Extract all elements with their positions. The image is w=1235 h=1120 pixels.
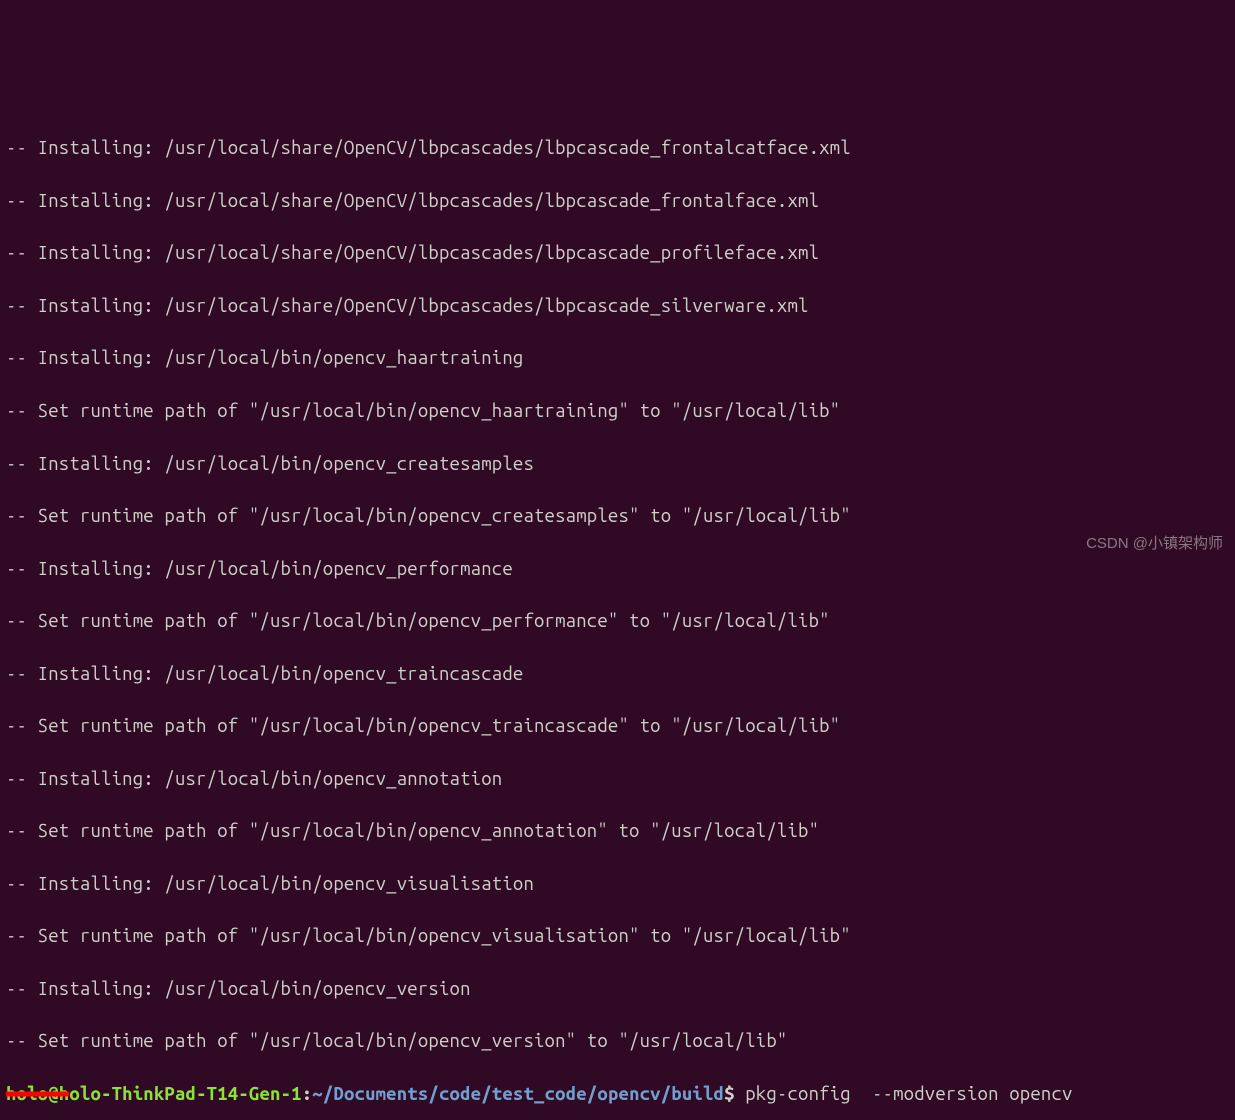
output-line: -- Installing: /usr/local/share/OpenCV/l… bbox=[6, 293, 1229, 319]
entered-command: pkg-config --modversion opencv bbox=[735, 1084, 1073, 1104]
output-line: -- Set runtime path of "/usr/local/bin/o… bbox=[6, 923, 1229, 949]
output-line: -- Installing: /usr/local/bin/opencv_vis… bbox=[6, 871, 1229, 897]
output-line: -- Installing: /usr/local/share/OpenCV/l… bbox=[6, 240, 1229, 266]
output-line: -- Set runtime path of "/usr/local/bin/o… bbox=[6, 608, 1229, 634]
output-line: -- Set runtime path of "/usr/local/bin/o… bbox=[6, 1028, 1229, 1054]
prompt-dollar: $ bbox=[724, 1084, 735, 1104]
prompt-colon: : bbox=[302, 1084, 313, 1104]
terminal-viewport[interactable]: -- Installing: /usr/local/share/OpenCV/l… bbox=[6, 109, 1229, 1120]
watermark-text: CSDN @小镇架构师 bbox=[1086, 533, 1223, 554]
output-line: -- Installing: /usr/local/bin/opencv_cre… bbox=[6, 451, 1229, 477]
output-line: -- Installing: /usr/local/share/OpenCV/l… bbox=[6, 135, 1229, 161]
output-line: -- Set runtime path of "/usr/local/bin/o… bbox=[6, 818, 1229, 844]
output-line: -- Set runtime path of "/usr/local/bin/o… bbox=[6, 503, 1229, 529]
output-line: -- Installing: /usr/local/bin/opencv_ann… bbox=[6, 766, 1229, 792]
output-line: -- Installing: /usr/local/bin/opencv_tra… bbox=[6, 661, 1229, 687]
output-line: -- Installing: /usr/local/share/OpenCV/l… bbox=[6, 188, 1229, 214]
prompt-host: olo-ThinkPad-T14-Gen-1 bbox=[69, 1084, 301, 1104]
output-line: -- Installing: /usr/local/bin/opencv_haa… bbox=[6, 345, 1229, 371]
prompt-line[interactable]: holo@holo-ThinkPad-T14-Gen-1:~/Documents… bbox=[6, 1081, 1229, 1107]
prompt-path: ~/Documents/code/test_code/opencv/build bbox=[312, 1084, 724, 1104]
output-line: -- Set runtime path of "/usr/local/bin/o… bbox=[6, 398, 1229, 424]
redacted-user: holo@h bbox=[6, 1081, 69, 1107]
output-line: -- Set runtime path of "/usr/local/bin/o… bbox=[6, 713, 1229, 739]
output-line: -- Installing: /usr/local/bin/opencv_ver… bbox=[6, 976, 1229, 1002]
